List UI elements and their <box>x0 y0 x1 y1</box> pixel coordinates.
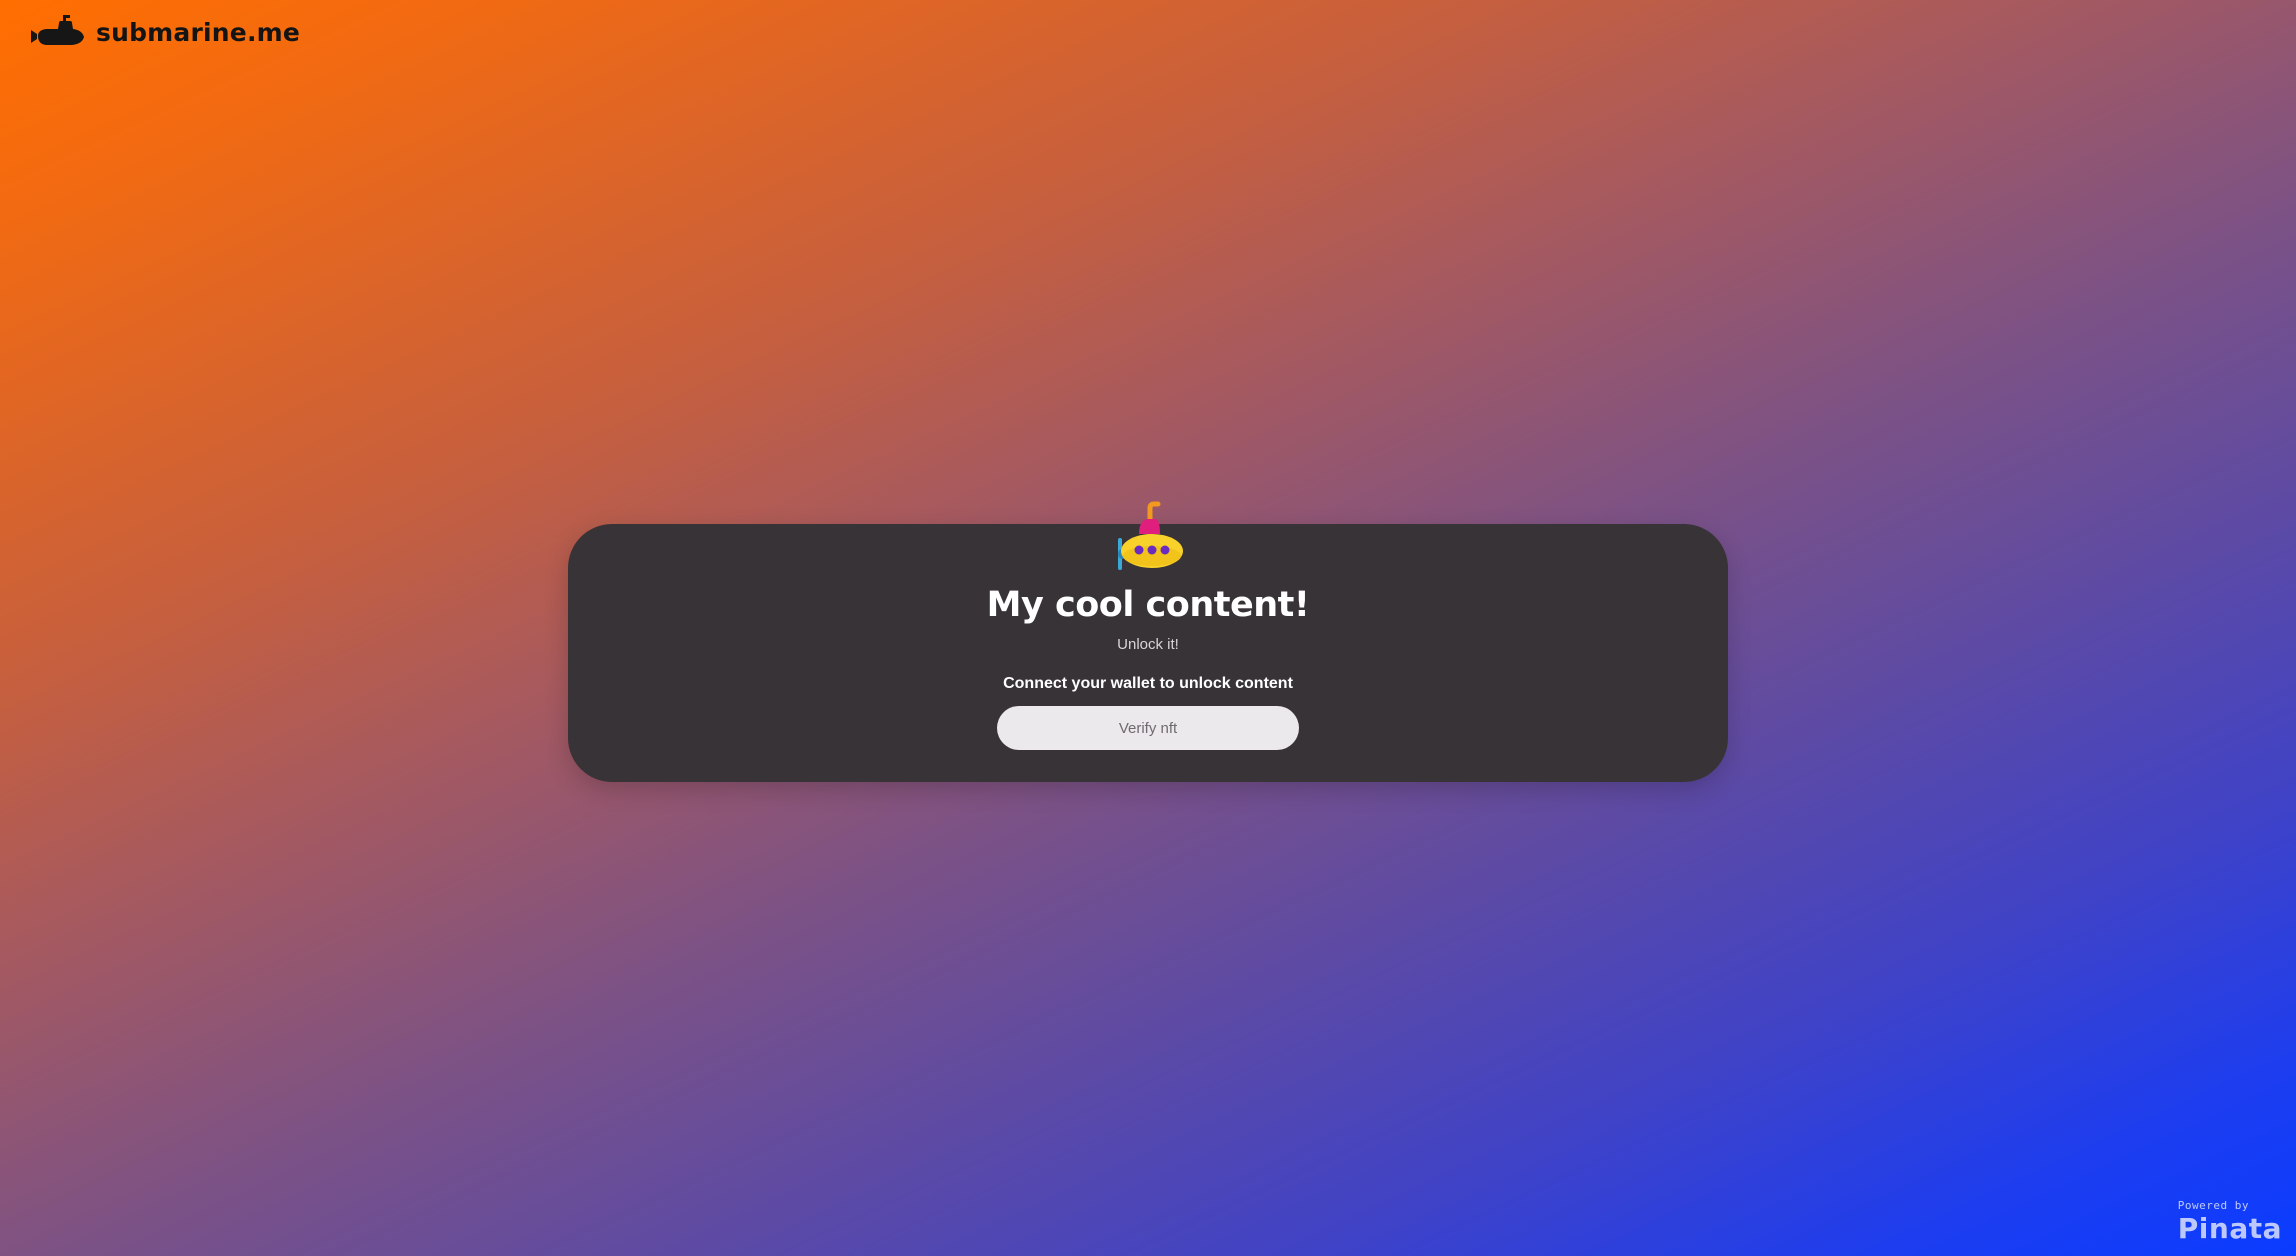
powered-by-label: Powered by <box>2177 1199 2249 1212</box>
verify-nft-button[interactable]: Verify nft <box>997 706 1299 750</box>
content-subtitle: Unlock it! <box>1117 636 1179 653</box>
pinata-logo: Pinata <box>2177 1212 2282 1245</box>
submarine-icon <box>31 15 84 45</box>
yellow-submarine-icon <box>1118 501 1183 570</box>
brand-link[interactable]: submarine.me <box>30 12 300 52</box>
connect-wallet-prompt: Connect your wallet to unlock content <box>1003 675 1293 692</box>
content-title: My cool content! <box>986 585 1310 625</box>
powered-by-pinata[interactable]: Powered by Pinata <box>2178 1199 2282 1244</box>
brand-name: submarine.me <box>96 17 301 47</box>
